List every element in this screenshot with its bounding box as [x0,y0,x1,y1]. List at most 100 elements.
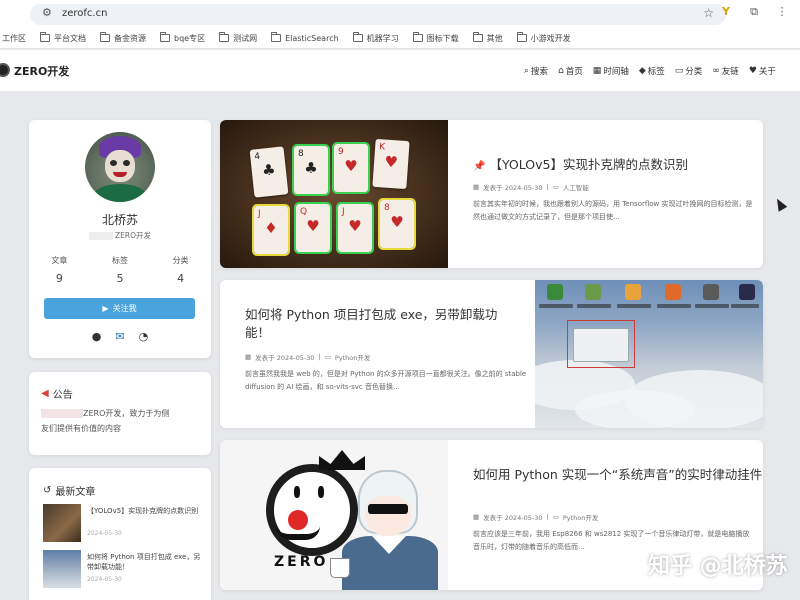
bookmark-item[interactable]: 小游戏开发 [516,32,571,44]
mouse-cursor-icon [772,196,788,212]
address-url[interactable]: zerofc.cn [62,8,107,19]
post-meta: ▦ 发表于 2024-05-30 | ▭ Python开发 [245,353,371,362]
heart-icon: ♥ [748,66,757,76]
folder-icon [100,32,110,42]
post-card: 4 ♣ 8 ♣ 9 ♥ K ♥ J ♦ Q ♥ J ♥ 8 ♥ 📌 【YOLOv5】实现扑克牌的点… [220,120,763,268]
follow-button[interactable]: ▶ 关注我 [44,298,195,319]
nav-tags[interactable]: ◆ 标签 [639,65,665,77]
nav-about[interactable]: ♥ 关于 [749,65,776,77]
profile-card: 北桥苏 ZERO开发 文章 9 标签 5 分类 4 ▶ 关注我 ● ✉ ◔ [29,120,211,358]
stat-articles[interactable]: 文章 9 [29,255,90,285]
bookmark-star-icon[interactable]: ☆ [703,6,714,20]
playing-card: Q ♥ [294,202,332,254]
anime-sunglasses [368,504,408,514]
bookmark-item[interactable]: 机器学习 [352,32,399,44]
bookmark-item[interactable]: 测试网 [219,32,257,44]
address-bar[interactable]: ⚙ zerofc.cn ☆ [30,4,726,25]
redacted-text [41,409,83,418]
highlight-box [567,320,635,368]
calendar-icon: ▦ [473,183,480,191]
folder-icon [412,32,423,42]
stat-tags[interactable]: 标签 5 [90,255,151,285]
folder-icon: ▭ [324,353,331,361]
nav-categories[interactable]: ▭ 分类 [675,65,703,77]
recent-post-thumbnail[interactable] [43,550,81,588]
crown-icon [319,450,365,470]
site-nav: ⌕ 搜索 ⌂ 首页 ▦ 时间轴 ◆ 标签 ▭ 分类 ∞ 友链 ♥ 关于 [524,65,776,77]
folder-icon [219,32,230,42]
post-cover-image[interactable] [535,280,763,428]
bookmark-item[interactable]: 工作区 [2,33,26,44]
desktop-icon-label [695,304,729,308]
github-icon[interactable]: ● [92,330,102,343]
notice-title: ◀ 公告 [41,388,73,401]
post-cover-image[interactable]: 4 ♣ 8 ♣ 9 ♥ K ♥ J ♦ Q ♥ J ♥ 8 ♥ [220,120,448,268]
browser-menu-icon[interactable]: ⋮ [774,5,790,19]
folder-icon [271,32,282,42]
pin-icon: 📌 [473,161,486,172]
site-info-icon[interactable]: ⚙ [42,6,52,19]
profile-stats: 文章 9 标签 5 分类 4 [29,255,211,285]
site-logo-icon[interactable] [0,63,10,77]
post-title[interactable]: 如何用 Python 实现一个“系统声音”的实时律动挂件 [473,466,763,484]
folder-icon [516,32,527,42]
bookmark-item[interactable]: ElasticSearch [271,32,339,43]
playing-card: 4 ♣ [249,146,289,198]
bookmark-item[interactable]: bqe专区 [160,32,205,44]
post-body: 📌 【YOLOv5】实现扑克牌的点数识别 ▦ 发表于 2024-05-30 | ▭ 人工智… [448,120,763,268]
extension-y-icon[interactable]: Y [718,5,734,19]
stat-categories[interactable]: 分类 4 [150,255,211,285]
email-icon[interactable]: ✉ [115,330,124,343]
recent-post-item[interactable]: 【YOLOv5】实现扑克牌的点数识别 2024-05-30 [43,504,203,544]
calendar-icon: ▦ [592,66,602,76]
post-title[interactable]: 如何将 Python 项目打包成 exe，另带卸载功能！ [245,306,520,342]
post-meta: ▦ 发表于 2024-05-30 | ▭ Python开发 [473,513,599,522]
bookmark-item[interactable]: 平台文档 [40,32,86,44]
site-header: ZERO开发 ⌕ 搜索 ⌂ 首页 ▦ 时间轴 ◆ 标签 ▭ 分类 ∞ 友链 ♥ 关于 [0,50,800,92]
calendar-icon: ▦ [245,353,252,361]
nav-links[interactable]: ∞ 友链 [712,65,739,77]
recent-post-thumbnail[interactable] [43,504,81,542]
nav-home[interactable]: ⌂ 首页 [558,65,583,77]
redacted-text [89,232,113,240]
recent-posts-card: ↺ 最新文章 【YOLOv5】实现扑克牌的点数识别 2024-05-30 如何将 … [29,468,211,600]
desktop-icon-label [577,304,611,308]
recent-post-item[interactable]: 如何将 Python 项目打包成 exe，另带卸载功能！ 2024-05-30 [43,550,203,590]
post-body: 如何将 Python 项目打包成 exe，另带卸载功能！ ▦ 发表于 2024-0… [220,280,535,428]
playing-card: J ♦ [252,204,290,256]
desktop-icon [739,284,755,300]
post-title[interactable]: 📌 【YOLOv5】实现扑克牌的点数识别 [473,156,753,176]
folder-icon: ▭ [552,513,559,521]
bookmark-item[interactable]: 备金资源 [100,32,146,44]
anime-cup [330,558,350,578]
desktop-icon [547,284,563,300]
notice-card: ◀ 公告 ZERO开发，致力于为侧 友们提供有价值的内容 [29,372,211,455]
nav-timeline[interactable]: ▦ 时间轴 [593,65,629,77]
post-cover-image[interactable]: ZERO [220,440,448,590]
bookmark-item[interactable]: 其他 [472,32,503,44]
zhihu-watermark: 知乎 @北桥苏 [648,554,788,579]
anime-face [365,496,411,536]
home-icon: ⌂ [558,66,564,76]
folder-icon [352,32,363,42]
profile-name: 北桥苏 [101,213,138,227]
folder-icon: ▭ [674,66,684,76]
rss-icon[interactable]: ◔ [139,330,149,343]
recent-posts-title: ↺ 最新文章 [43,485,96,498]
profile-description: ZERO开发 [29,230,211,241]
nav-search[interactable]: ⌕ 搜索 [524,65,548,77]
browser-toolbar: ⚙ zerofc.cn ☆ Y ⧉ ⋮ [0,0,800,28]
desktop-icon-label [539,304,573,308]
desktop-icon [625,284,641,300]
bookmark-item[interactable]: 图标下载 [412,32,459,44]
site-title[interactable]: ZERO开发 [14,63,69,79]
avatar-eye [110,160,117,166]
clown-eye [294,486,300,498]
playing-card: 9 ♥ [332,142,370,194]
browser-extensions: Y ⧉ ⋮ [718,5,790,19]
post-excerpt: 前言其实年初的时候，我也跟着别人的源码，用 Tensorflow 实现过叶挽网的… [473,200,753,221]
post-card: 如何将 Python 项目打包成 exe，另带卸载功能！ ▦ 发表于 2024-0… [220,280,763,428]
extensions-puzzle-icon[interactable]: ⧉ [746,5,762,19]
megaphone-icon: ◀ [41,388,49,399]
avatar[interactable] [85,132,155,202]
